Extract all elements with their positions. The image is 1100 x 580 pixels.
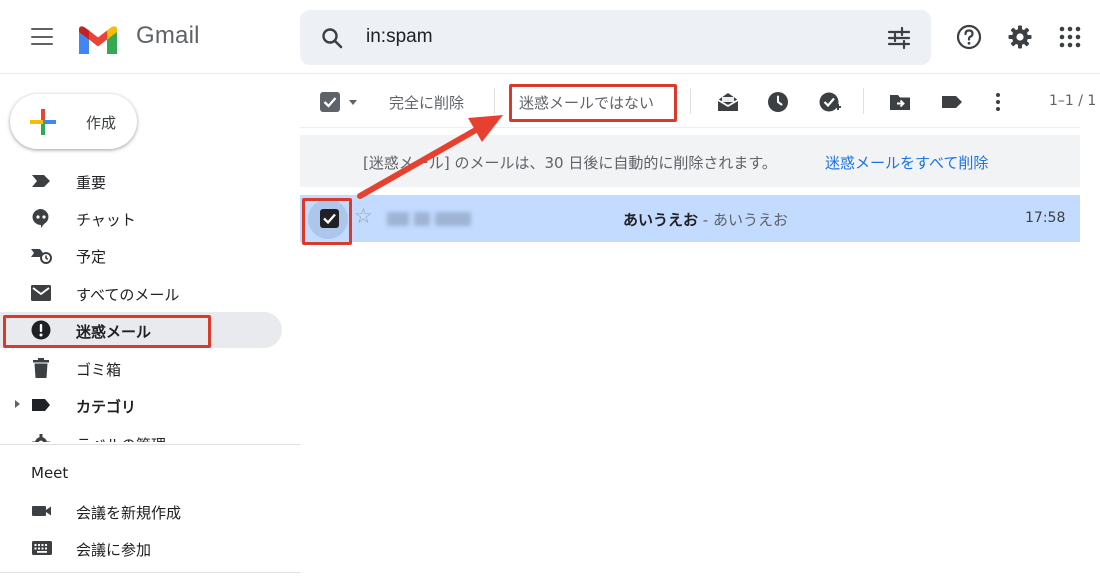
app-header: Gmail [0,0,1100,74]
sidebar-item-categories[interactable]: カテゴリ [0,387,282,423]
toolbar-divider [300,127,1080,128]
email-subject-line: あいうえお - あいうえお [623,209,788,230]
more-options-icon[interactable] [986,90,1010,114]
snooze-clock-icon[interactable] [766,90,790,114]
delete-all-spam-link[interactable]: 迷惑メールをすべて削除 [825,152,988,173]
search-icon[interactable] [320,26,344,50]
expand-caret-icon[interactable] [15,400,20,408]
help-icon[interactable] [955,23,983,51]
meet-join-meeting[interactable]: 会議に参加 [0,531,282,565]
email-snippet: あいうえお [712,211,788,229]
sidebar-item-all-mail[interactable]: すべてのメール [0,275,282,311]
email-separator: - [698,211,713,229]
delete-forever-button[interactable]: 完全に削除 [389,92,464,113]
spam-notice-message: [迷惑メール] のメールは、30 日後に自動的に削除されます。 [363,154,777,172]
toolbar-separator [494,88,495,114]
move-to-folder-icon[interactable] [888,90,912,114]
chat-icon [32,209,49,228]
videocam-icon [32,506,51,516]
not-spam-button[interactable]: 迷惑メールではない [519,92,654,113]
email-subject: あいうえお [623,211,699,229]
search-bar [300,10,931,65]
select-all-checkbox[interactable] [320,92,340,112]
email-row[interactable]: ☆ あいうえお - あいうえお 17:58 [300,195,1080,242]
sidebar-item-trash[interactable]: ゴミ箱 [0,350,282,386]
mail-icon [31,285,51,301]
search-options-icon[interactable] [885,24,913,52]
scheduled-icon [31,249,52,264]
sidebar-item-spam[interactable]: 迷惑メール [0,312,282,348]
email-sender-redacted [387,212,475,226]
sidebar-item-manage-labels[interactable]: ラベルの管理 [0,425,282,442]
compose-plus-icon [30,109,56,135]
sidebar-item-chat[interactable]: チャット [0,200,282,236]
label-icon [32,399,50,411]
trash-icon [33,358,49,378]
toolbar-separator [690,88,691,114]
meet-new-meeting[interactable]: 会議を新規作成 [0,494,282,528]
spam-notice-banner: [迷惑メール] のメールは、30 日後に自動的に削除されます。 迷惑メールをすべ… [300,135,1080,187]
gmail-logo-icon [79,26,117,54]
meet-section-title: Meet [31,464,69,482]
main-menu-icon[interactable] [31,28,53,46]
compose-button[interactable]: 作成 [10,94,137,149]
gmail-logo-text: Gmail [136,22,200,49]
spam-icon [31,320,51,340]
pagination-range: 1–1 / 1 [1049,93,1097,109]
apps-grid-icon[interactable] [1056,23,1084,51]
sidebar-item-scheduled[interactable]: 予定 [0,237,282,273]
star-icon[interactable]: ☆ [354,206,373,227]
compose-label: 作成 [86,114,117,132]
sidebar-divider [0,444,300,445]
gear-icon [32,434,50,442]
toolbar-separator [863,88,864,114]
keyboard-icon [32,541,52,555]
mark-as-read-icon[interactable] [716,90,740,114]
sidebar-divider-bottom [0,572,300,573]
select-menu-caret-icon[interactable] [349,100,357,105]
label-important-icon [32,175,50,187]
checkmark-icon [323,213,336,225]
checkmark-icon [323,97,337,108]
email-select-checkbox[interactable] [320,209,339,228]
settings-gear-icon[interactable] [1006,23,1034,51]
email-time: 17:58 [1025,210,1066,226]
search-input[interactable] [366,22,806,52]
sidebar-item-important[interactable]: 重要 [0,163,282,199]
sidebar-nav: 重要 チャット 予定 すべてのメール 迷惑メール ゴミ箱 カテゴリ ラベルの管理 [0,162,300,442]
add-to-tasks-icon[interactable] [818,90,842,114]
label-as-icon[interactable] [940,90,964,114]
